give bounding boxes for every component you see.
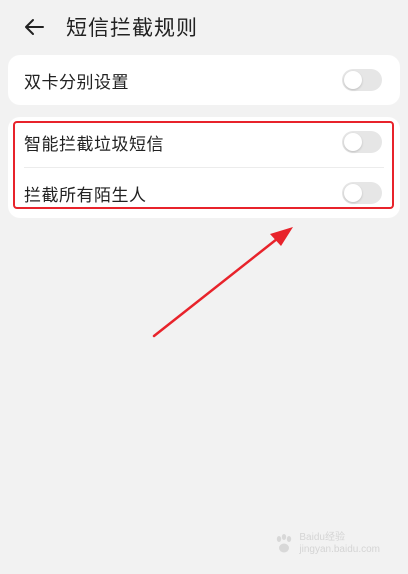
block-rules-card: 智能拦截垃圾短信 拦截所有陌生人: [8, 117, 400, 218]
block-strangers-row[interactable]: 拦截所有陌生人: [8, 168, 400, 218]
smart-block-toggle[interactable]: [342, 131, 382, 153]
watermark-site: jingyan.baidu.com: [299, 544, 380, 555]
dual-sim-label: 双卡分别设置: [24, 72, 129, 93]
back-button[interactable]: [12, 5, 56, 49]
smart-block-label: 智能拦截垃圾短信: [24, 134, 164, 155]
toggle-knob: [344, 133, 362, 151]
toggle-knob: [344, 184, 362, 202]
smart-block-row[interactable]: 智能拦截垃圾短信: [8, 117, 400, 167]
block-strangers-label: 拦截所有陌生人: [24, 185, 147, 206]
dual-sim-card: 双卡分别设置: [8, 55, 400, 105]
toggle-knob: [344, 71, 362, 89]
dual-sim-toggle[interactable]: [342, 69, 382, 91]
settings-page: 短信拦截规则 双卡分别设置 智能拦截垃圾短信 拦截所有陌生人 Baidu经验 j…: [0, 0, 408, 574]
block-strangers-toggle[interactable]: [342, 182, 382, 204]
watermark-brand: Baidu经验: [299, 532, 345, 543]
back-arrow-icon: [25, 19, 44, 35]
baidu-watermark: Baidu经验 jingyan.baidu.com: [273, 532, 380, 556]
paw-logo-icon: [277, 534, 292, 553]
top-app-bar: 短信拦截规则: [0, 0, 408, 54]
watermark-text: Baidu经验 jingyan.baidu.com: [295, 532, 380, 556]
page-title: 短信拦截规则: [66, 16, 198, 40]
dual-sim-row[interactable]: 双卡分别设置: [8, 55, 400, 105]
